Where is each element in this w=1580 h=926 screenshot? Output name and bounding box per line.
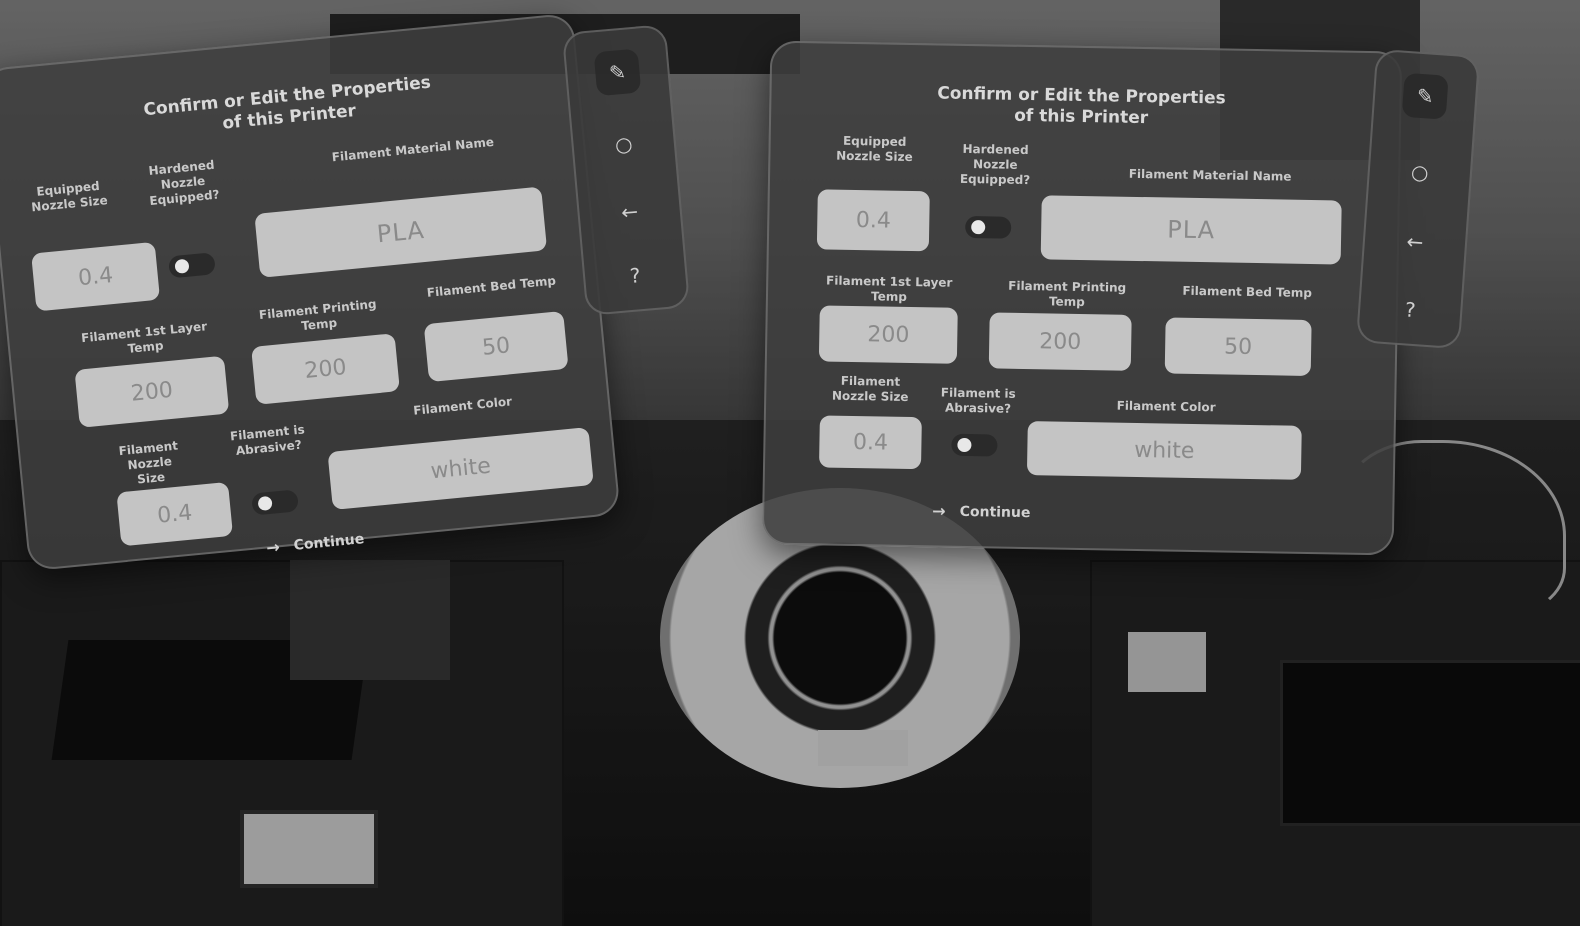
equipped-nozzle-label: Equipped Nozzle Size — [30, 178, 109, 215]
abrasive-toggle[interactable] — [251, 489, 300, 516]
toggle-knob — [957, 437, 972, 453]
printing-temp-field[interactable]: 200 — [251, 333, 400, 405]
panel-title: Confirm or Edit the Properties of this P… — [901, 83, 1262, 131]
filament-material-field[interactable]: PLA — [254, 186, 548, 278]
toggle-knob — [174, 258, 190, 274]
bed-temp-field[interactable]: 50 — [423, 310, 569, 383]
hardened-nozzle-toggle[interactable] — [965, 215, 1012, 239]
continue-label: Continue — [959, 503, 1031, 521]
help-icon[interactable]: ? — [611, 252, 659, 300]
back-arrow-icon[interactable]: ← — [1392, 218, 1439, 265]
pencil-icon[interactable]: ✎ — [1401, 72, 1449, 120]
printer-properties-panel-right: Confirm or Edit the Properties of this P… — [761, 40, 1403, 556]
circle-icon[interactable]: ○ — [1396, 149, 1443, 196]
equipped-nozzle-field[interactable]: 0.4 — [816, 189, 930, 252]
hardened-nozzle-label: Hardened Nozzle Equipped? — [959, 141, 1031, 188]
filament-color-field[interactable]: white — [327, 427, 594, 510]
printing-temp-field[interactable]: 200 — [988, 312, 1132, 371]
hardened-nozzle-label: Hardened Nozzle Equipped? — [148, 157, 221, 209]
right-printer-bed — [1280, 660, 1580, 826]
hardened-nozzle-toggle[interactable] — [167, 252, 216, 279]
first-layer-temp-label: Filament 1st Layer Temp — [80, 319, 208, 356]
printing-temp-label: Filament Printing Temp — [1008, 278, 1127, 310]
abrasive-label: Filament is Abrasive? — [229, 422, 306, 458]
abrasive-label: Filament is Abrasive? — [940, 385, 1016, 416]
filament-material-field[interactable]: PLA — [1040, 195, 1342, 265]
filament-nozzle-field[interactable]: 0.4 — [819, 415, 922, 470]
printer-properties-panel-left: Confirm or Edit the Properties of this P… — [0, 12, 621, 572]
first-layer-temp-field[interactable]: 200 — [818, 305, 958, 364]
filament-color-field[interactable]: white — [1026, 421, 1302, 480]
toggle-knob — [971, 220, 986, 235]
abrasive-toggle[interactable] — [951, 433, 998, 457]
filament-nozzle-label: Filament Nozzle Size — [831, 373, 909, 404]
qr-code-sticker — [1128, 632, 1206, 692]
equipped-nozzle-field[interactable]: 0.4 — [31, 241, 161, 312]
filament-nozzle-field[interactable]: 0.4 — [116, 481, 234, 547]
bed-temp-field[interactable]: 50 — [1164, 317, 1312, 377]
continue-arrow-icon: → — [932, 501, 946, 521]
panel-toolbar-right: ✎ ○ ← ? — [1355, 48, 1481, 350]
bed-temp-label: Filament Bed Temp — [1182, 283, 1312, 301]
filament-nozzle-label: Filament Nozzle Size — [118, 438, 179, 487]
filament-color-label: Filament Color — [1116, 398, 1216, 415]
filament-material-label: Filament Material Name — [1128, 166, 1292, 184]
bed-temp-label: Filament Bed Temp — [426, 273, 557, 300]
pencil-icon[interactable]: ✎ — [593, 48, 642, 97]
help-icon[interactable]: ? — [1387, 286, 1434, 333]
equipped-nozzle-label: Equipped Nozzle Size — [836, 133, 913, 165]
first-layer-temp-label: Filament 1st Layer Temp — [826, 273, 953, 304]
circle-icon[interactable]: ○ — [600, 120, 648, 168]
spool-label — [818, 730, 908, 766]
continue-button[interactable]: → Continue — [932, 501, 1031, 522]
left-printhead — [290, 560, 450, 680]
left-printer-display — [240, 810, 378, 888]
toggle-knob — [257, 495, 273, 512]
first-layer-temp-field[interactable]: 200 — [74, 355, 230, 428]
printing-temp-label: Filament Printing Temp — [258, 296, 378, 334]
continue-arrow-icon: → — [265, 537, 281, 558]
filament-color-label: Filament Color — [412, 394, 513, 418]
filament-material-label: Filament Material Name — [331, 134, 495, 165]
back-arrow-icon[interactable]: ← — [606, 188, 654, 236]
panel-title: Confirm or Edit the Properties of this P… — [97, 68, 479, 146]
